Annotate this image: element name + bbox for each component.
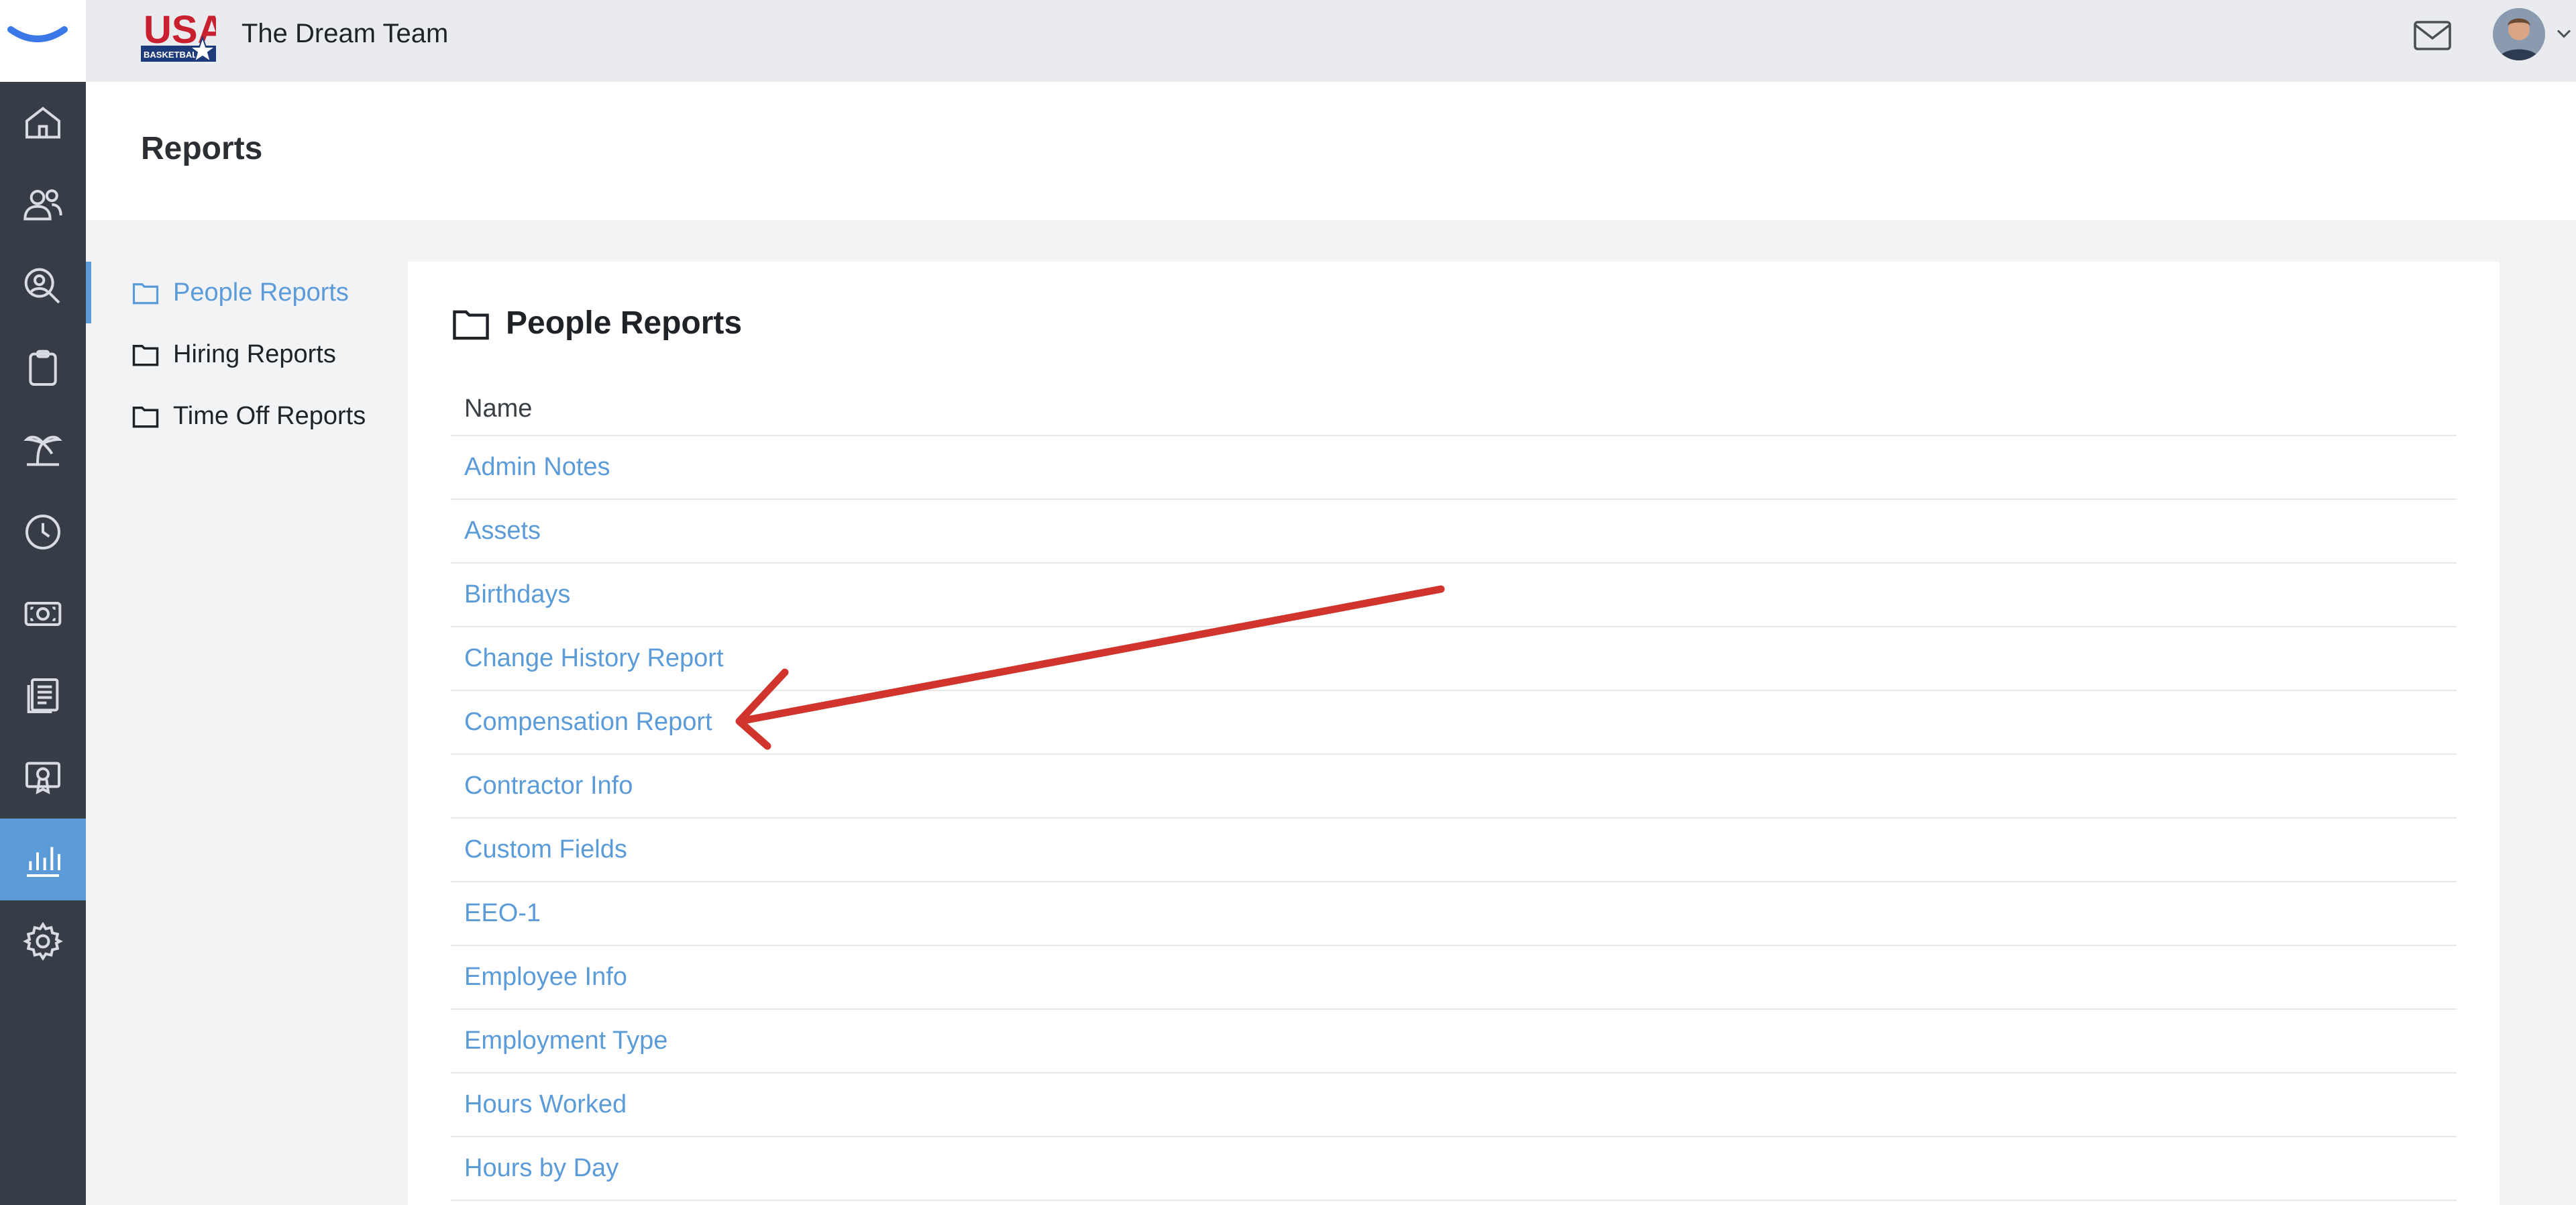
user-avatar-icon — [2493, 8, 2545, 60]
nav-time-tracking[interactable] — [0, 491, 86, 573]
category-hiring-reports[interactable]: Hiring Reports — [86, 323, 408, 385]
folder-icon — [132, 345, 159, 366]
nav-people[interactable] — [0, 164, 86, 246]
report-link-hours-worked[interactable]: Hours Worked — [451, 1073, 2457, 1137]
folder-icon — [132, 283, 159, 305]
category-people-reports[interactable]: People Reports — [86, 262, 408, 323]
nav-documents[interactable] — [0, 655, 86, 737]
nav-payroll[interactable] — [0, 573, 86, 655]
nav-settings[interactable] — [0, 900, 86, 982]
report-link-eeo-1[interactable]: EEO-1 — [451, 882, 2457, 946]
nav-time-off[interactable] — [0, 409, 86, 491]
avatar[interactable] — [2493, 8, 2545, 60]
reports-panel: People Reports Name Admin Notes Assets B… — [408, 262, 2500, 1205]
top-bar: USA BASKETBALL The Dream Team — [86, 0, 2576, 82]
usa-basketball-logo-icon: USA BASKETBALL — [141, 8, 225, 64]
report-category-nav: People Reports Hiring Reports Time Off R… — [86, 262, 408, 447]
report-link-hours-by-day[interactable]: Hours by Day — [451, 1137, 2457, 1201]
panel-title: People Reports — [451, 305, 742, 342]
certificate-icon — [25, 762, 60, 794]
folder-icon — [453, 310, 489, 339]
category-label: People Reports — [173, 278, 349, 307]
reports-chart-icon — [27, 847, 60, 877]
page-header: Reports — [86, 82, 2576, 220]
report-link-birthdays[interactable]: Birthdays — [451, 564, 2457, 627]
folder-icon — [132, 407, 159, 428]
report-link-change-history[interactable]: Change History Report — [451, 627, 2457, 691]
nav-reports[interactable] — [0, 819, 86, 900]
report-link-employee-info[interactable]: Employee Info — [451, 946, 2457, 1010]
report-link-contractor-info[interactable]: Contractor Info — [451, 755, 2457, 819]
report-link-admin-notes[interactable]: Admin Notes — [451, 436, 2457, 500]
search-person-icon — [24, 268, 60, 304]
report-link-compensation[interactable]: Compensation Report — [451, 691, 2457, 755]
home-icon — [25, 107, 60, 139]
report-link-employment-type[interactable]: Employment Type — [451, 1010, 2457, 1073]
column-header-name: Name — [451, 382, 2457, 436]
category-label: Hiring Reports — [173, 339, 336, 368]
nav-directory[interactable] — [0, 246, 86, 327]
clock-icon — [25, 515, 60, 549]
gear-icon — [23, 921, 63, 961]
documents-icon — [27, 678, 59, 713]
team-logo[interactable]: USA BASKETBALL — [141, 5, 225, 64]
team-name: The Dream Team — [241, 19, 449, 48]
money-icon — [24, 602, 62, 626]
report-link-assets[interactable]: Assets — [451, 500, 2457, 564]
chevron-down-icon[interactable] — [2552, 21, 2576, 46]
left-nav-rail — [0, 0, 86, 1205]
palm-tree-icon — [23, 435, 62, 466]
page-title: Reports — [141, 131, 263, 166]
people-icon — [23, 189, 62, 221]
nav-home[interactable] — [0, 82, 86, 164]
clipboard-icon — [29, 350, 57, 386]
mail-icon[interactable] — [2412, 19, 2453, 52]
nav-tasks[interactable] — [0, 327, 86, 409]
report-link-custom-fields[interactable]: Custom Fields — [451, 819, 2457, 882]
app-logo[interactable] — [0, 0, 86, 82]
svg-text:BASKETBALL: BASKETBALL — [144, 50, 203, 60]
nav-training[interactable] — [0, 737, 86, 819]
category-time-off-reports[interactable]: Time Off Reports — [86, 385, 408, 447]
category-label: Time Off Reports — [173, 401, 366, 430]
reports-table: Name Admin Notes Assets Birthdays Change… — [451, 382, 2457, 1201]
smile-logo-icon — [7, 26, 68, 42]
